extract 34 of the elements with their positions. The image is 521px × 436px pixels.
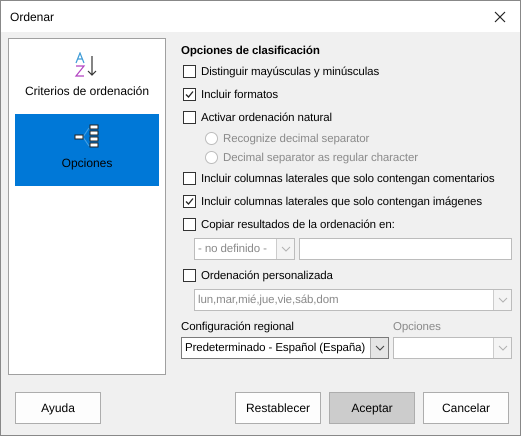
dialog-button[interactable]: Cancelar: [423, 392, 509, 424]
caret-icon: [280, 246, 290, 252]
checkbox[interactable]: [183, 218, 196, 231]
checkbox[interactable]: [183, 172, 196, 185]
dialog-button[interactable]: Restablecer: [235, 392, 321, 424]
checkbox-label: Incluir columnas laterales que solo contengan comentarios: [201, 172, 494, 184]
checkbox-label: Ordenación personalizada: [201, 270, 333, 282]
window-title: Ordenar: [10, 10, 54, 24]
checkbox[interactable]: [183, 195, 196, 208]
field-label: Configuración regional: [181, 321, 295, 333]
radio-label: Decimal separator as regular character: [223, 152, 418, 164]
checkbox[interactable]: [183, 269, 196, 282]
caret-icon: [374, 345, 384, 351]
close-icon: [494, 10, 506, 22]
locale-dropdown[interactable]: Predeterminado - Español (España): [181, 337, 389, 359]
caret-icon: [498, 297, 508, 303]
checkbox-label: Incluir formatos: [201, 88, 278, 100]
section-heading: Opciones de clasificación: [181, 45, 321, 57]
caret-icon: [498, 345, 508, 351]
options-tree-icon: [73, 124, 101, 150]
checkbox[interactable]: [183, 111, 196, 124]
checkbox-label: Distinguir mayúsculas y minúsculas: [201, 66, 380, 78]
checkbox-label: Copiar resultados de la ordenación en:: [201, 218, 395, 230]
dialog-button[interactable]: Ayuda: [15, 392, 101, 424]
sidebar-item[interactable]: Opciones: [15, 114, 159, 186]
checkbox[interactable]: [183, 65, 196, 78]
dialog-button[interactable]: Aceptar: [329, 392, 415, 424]
checkbox-label: Activar ordenación natural: [201, 112, 332, 124]
checkbox-label: Incluir columnas laterales que solo contengan imágenes: [201, 196, 482, 208]
checkbox[interactable]: [183, 88, 196, 101]
target-input-field[interactable]: [299, 238, 512, 260]
sidebar-item[interactable]: Criterios de ordenación: [15, 46, 159, 108]
field-label: Opciones: [393, 321, 442, 333]
radio-label: Recognize decimal separator: [223, 132, 370, 144]
